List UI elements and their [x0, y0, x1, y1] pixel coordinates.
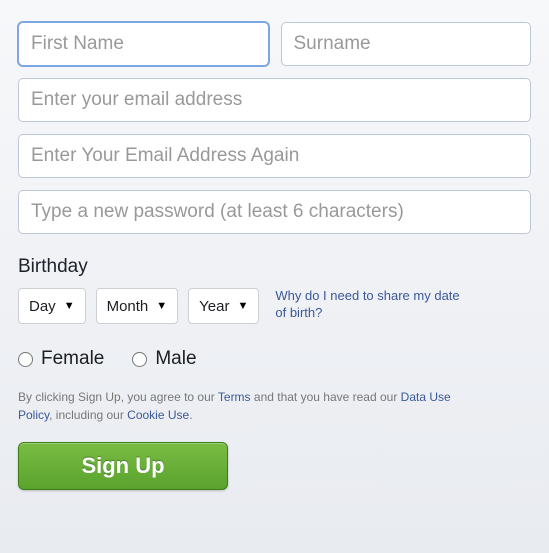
month-select[interactable]: Month ▼: [96, 288, 179, 324]
email-confirm-input[interactable]: [18, 134, 531, 178]
birthday-label: Birthday: [18, 256, 531, 278]
month-select-value: Month: [107, 298, 149, 315]
year-select-value: Year: [199, 298, 229, 315]
first-name-input[interactable]: [18, 22, 269, 66]
surname-input[interactable]: [281, 22, 532, 66]
gender-row: Female Male: [18, 348, 531, 370]
legal-text: By clicking Sign Up, you agree to our Te…: [18, 388, 478, 424]
birthday-row: Day ▼ Month ▼ Year ▼ Why do I need to sh…: [18, 288, 531, 324]
day-select[interactable]: Day ▼: [18, 288, 86, 324]
gender-male-label: Male: [155, 348, 196, 370]
chevron-down-icon: ▼: [156, 300, 167, 312]
gender-male-option[interactable]: Male: [132, 348, 196, 370]
chevron-down-icon: ▼: [64, 300, 75, 312]
year-select[interactable]: Year ▼: [188, 288, 259, 324]
sign-up-button[interactable]: Sign Up: [18, 442, 228, 490]
gender-male-radio[interactable]: [132, 352, 147, 367]
gender-female-label: Female: [41, 348, 104, 370]
terms-link[interactable]: Terms: [218, 390, 251, 404]
gender-female-radio[interactable]: [18, 352, 33, 367]
cookie-use-link[interactable]: Cookie Use: [127, 408, 189, 422]
email-input[interactable]: [18, 78, 531, 122]
chevron-down-icon: ▼: [237, 300, 248, 312]
gender-female-option[interactable]: Female: [18, 348, 104, 370]
password-input[interactable]: [18, 190, 531, 234]
day-select-value: Day: [29, 298, 56, 315]
dob-help-link[interactable]: Why do I need to share my date of birth?: [275, 288, 465, 322]
